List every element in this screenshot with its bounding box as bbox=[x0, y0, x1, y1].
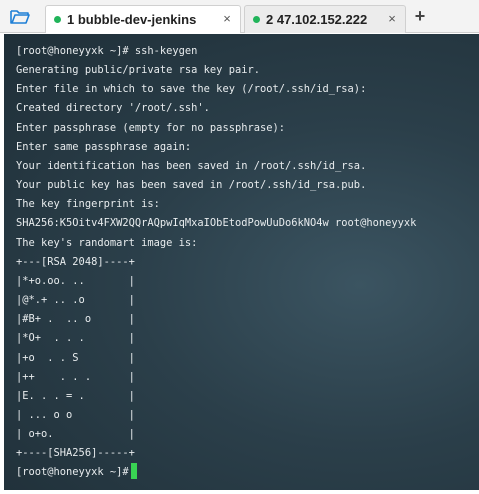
terminal-line: Created directory '/root/.ssh'. bbox=[16, 102, 210, 115]
status-dot-icon bbox=[253, 16, 260, 23]
add-tab-button[interactable]: + bbox=[409, 5, 431, 29]
tab-bar: 1 bubble-dev-jenkins × 2 47.102.152.222 … bbox=[0, 0, 479, 33]
terminal-line: Generating public/private rsa key pair. bbox=[16, 64, 260, 77]
terminal-line: Your public key has been saved in /root/… bbox=[16, 179, 367, 192]
terminal-line: |E. . . = . | bbox=[16, 389, 135, 402]
terminal-line: | ... o o | bbox=[16, 408, 135, 421]
tab-bubble-dev-jenkins[interactable]: 1 bubble-dev-jenkins × bbox=[45, 5, 241, 33]
terminal-line: The key's randomart image is: bbox=[16, 236, 198, 249]
terminal-line: Enter passphrase (empty for no passphras… bbox=[16, 121, 285, 134]
terminal-line: |*+o.oo. .. | bbox=[16, 274, 135, 287]
open-folder-button[interactable] bbox=[0, 0, 40, 33]
terminal-line: |#B+ . .. o | bbox=[16, 313, 135, 326]
terminal-line: Enter same passphrase again: bbox=[16, 140, 192, 153]
terminal-line: |+o . . S | bbox=[16, 351, 135, 364]
terminal-prompt-line[interactable]: [root@honeyyxk ~]# bbox=[16, 463, 416, 482]
terminal-line: |@*.+ .. .o | bbox=[16, 294, 135, 307]
terminal-output: [root@honeyyxk ~]# ssh-keygen Generating … bbox=[16, 42, 416, 483]
terminal-line: Enter file in which to save the key (/ro… bbox=[16, 83, 367, 96]
terminal-line: The key fingerprint is: bbox=[16, 198, 160, 211]
close-icon[interactable]: × bbox=[385, 12, 399, 26]
window-bottom-border bbox=[0, 490, 479, 494]
text-cursor bbox=[130, 463, 137, 480]
terminal-line: +----[SHA256]-----+ bbox=[16, 447, 135, 460]
terminal-line: [root@honeyyxk ~]# ssh-keygen bbox=[16, 45, 198, 57]
status-dot-icon bbox=[54, 16, 61, 23]
terminal-line: Your identification has been saved in /r… bbox=[16, 159, 367, 172]
terminal-line: |*O+ . . . | bbox=[16, 332, 135, 345]
terminal-window[interactable]: [root@honeyyxk ~]# ssh-keygen Generating … bbox=[4, 34, 479, 490]
tab-label: 1 bubble-dev-jenkins bbox=[67, 12, 197, 27]
close-icon[interactable]: × bbox=[220, 12, 234, 26]
folder-icon bbox=[10, 9, 30, 24]
terminal-line: +---[RSA 2048]----+ bbox=[16, 255, 135, 268]
tab-47-102-152-222[interactable]: 2 47.102.152.222 × bbox=[244, 5, 406, 33]
terminal-line: | o+o. | bbox=[16, 428, 135, 441]
terminal-line: SHA256:K5Oitv4FXW2QQrAQpwIqMxaIObEtodPow… bbox=[16, 217, 417, 230]
shell-prompt: [root@honeyyxk ~]# bbox=[16, 466, 129, 479]
terminal-line: |++ . . . | bbox=[16, 370, 135, 383]
tab-label: 2 47.102.152.222 bbox=[266, 12, 368, 27]
